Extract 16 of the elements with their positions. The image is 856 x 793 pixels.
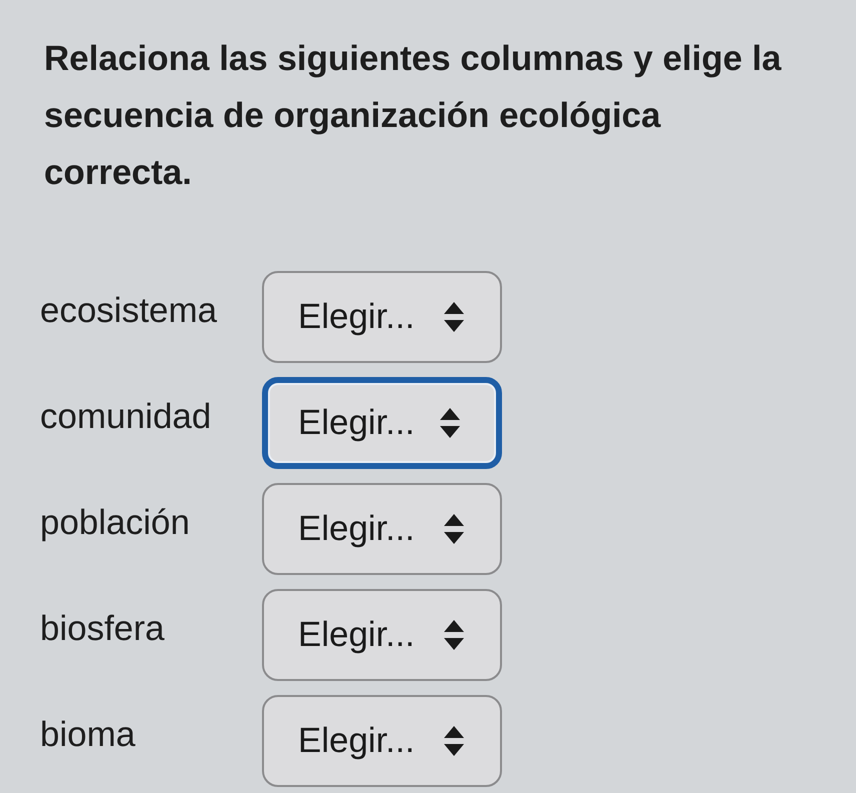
up-down-caret-icon [444, 514, 464, 544]
term-label: población [40, 502, 191, 543]
dropdown-select[interactable]: Elegir... [262, 271, 502, 363]
up-down-caret-icon [444, 302, 464, 332]
dropdown-select[interactable]: Elegir... [262, 377, 502, 469]
up-down-caret-icon [444, 726, 464, 756]
term-label: ecosistema [40, 290, 218, 331]
dropdown-select[interactable]: Elegir... [262, 695, 502, 787]
term-label: biosfera [40, 608, 166, 649]
dropdown-select[interactable]: Elegir... [262, 483, 502, 575]
term-label: bioma [40, 714, 136, 755]
question-text: Relaciona las siguientes columnas y elige la secuencia de organización ecológica correcta. [44, 38, 782, 194]
term-label: comunidad [40, 396, 212, 437]
up-down-caret-icon [440, 408, 460, 438]
up-down-caret-icon [444, 620, 464, 650]
dropdown-select[interactable]: Elegir... [262, 589, 502, 681]
